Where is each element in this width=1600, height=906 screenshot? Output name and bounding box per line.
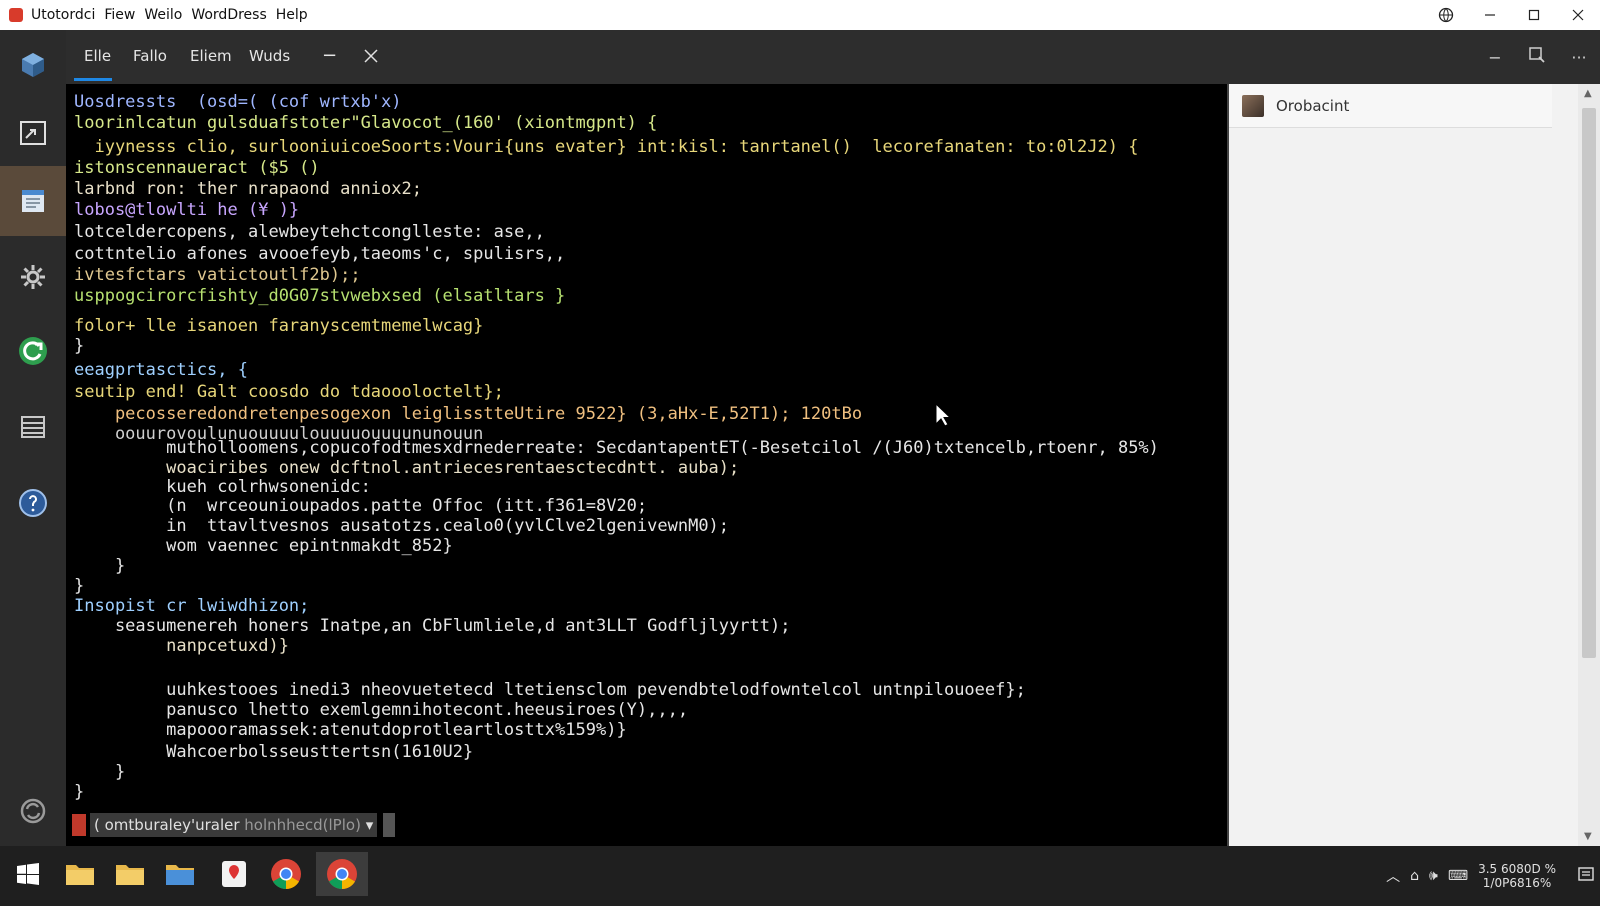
chevron-up-icon[interactable]: ︿ [1386,866,1400,886]
code-line: nanpcetuxd)} [74,636,289,656]
search-panel-icon[interactable] [1516,46,1558,68]
chrome-icon[interactable] [264,852,308,896]
keyboard-icon[interactable]: ⌨ [1448,868,1468,884]
taskbar: ︿ ⌂ 🕪 ⌨ 3.5 6080D % 1/0P6816% [0,846,1600,906]
code-line: lotceldercopens, alewbeytehctconglleste:… [74,222,545,242]
code-line: seasumenereh honers Inatpe,an CbFlumliel… [74,616,791,636]
code-line: iyynesss clio, surlooniuicoeSoorts:Vouri… [74,137,1139,157]
scroll-down-icon[interactable]: ▼ [1584,831,1592,842]
side-panel: Orobacint ▲ ▼ [1227,84,1600,846]
input-caret[interactable] [383,813,396,837]
folder-icon[interactable] [108,852,152,896]
gear-icon[interactable] [0,242,66,312]
code-line: } [74,762,126,782]
code-line: kueh colrhwsonenidc: [74,477,371,497]
code-line: panusco lhetto exemlgemnihotecont.heeusi… [74,700,689,720]
menu-file[interactable]: Utotordci [31,7,95,23]
sync-icon[interactable] [0,776,66,846]
list-icon[interactable] [0,392,66,462]
terminal-icon [72,814,86,836]
notification-icon[interactable] [1577,865,1595,887]
code-line: in ttavltvesnos ausatotzs.cealo0(yvlClve… [74,516,730,536]
minus-icon[interactable]: − [322,44,337,68]
file-explorer-icon[interactable] [158,852,202,896]
scrollbar-thumb[interactable] [1582,108,1596,658]
code-line: Insopist cr lwiwdhizon; [74,596,310,616]
code-line: larbnd ron: ther nrapaond anniox2; [74,179,422,199]
code-line: usppogcirorcfishty_d0G07stvwebxsed (elsa… [74,286,566,306]
tab-words[interactable]: Wuds [249,44,290,68]
close-tab-icon[interactable] [364,44,378,68]
code-line: mapoooramassek:atenutdoprotleartlosttx%1… [74,720,627,740]
cube-icon[interactable] [0,30,66,100]
map-pin-icon[interactable] [212,852,256,896]
code-line: Uosdressts (osd=( (cof wrtxb'x) [74,92,402,112]
refresh-icon[interactable] [0,316,66,386]
code-line: woaciribes onew dcftnol.antriecesrentaes… [74,458,740,478]
tab-bar: Elle Fallo Eliem Wuds − − ··· [66,30,1600,84]
help-icon[interactable] [0,468,66,538]
code-editor[interactable]: Uosdressts (osd=( (cof wrtxb'x) loorinlca… [66,84,1225,846]
menu-view[interactable]: Fiew [104,7,135,23]
explorer-icon[interactable] [0,98,66,168]
minimize-panel-icon[interactable]: − [1474,48,1516,67]
command-chip[interactable]: ( omtburaley'uraler holnhhecd(lPlo) ▾ [90,813,378,837]
code-line: } [74,782,85,802]
tab-item[interactable]: Eliem [190,44,232,68]
code-line: pecosseredondretenpesogexon leiglisstteU… [74,404,863,424]
code-line: } [74,336,85,356]
code-line: seutip end! Galt coosdo do tdaoooloctelt… [74,382,504,402]
avatar [1242,94,1264,117]
close-button[interactable] [1556,0,1600,30]
command-label: ( omtburaley'uraler [94,816,240,834]
panel-header[interactable]: Orobacint [1229,84,1552,128]
activity-bar [0,30,66,864]
command-hint: holnhhecd(lPlo) [244,816,361,834]
active-tab-indicator [74,78,112,81]
chrome-active-icon[interactable] [316,852,368,896]
code-line: istonscennaueract ($5 () [74,158,320,178]
code-line: } [74,556,126,576]
title-bar: Utotordci Fiew Weilo WordDress Help [0,0,1600,30]
clock[interactable]: 3.5 6080D % 1/0P6816% [1478,862,1556,890]
document-icon[interactable] [0,166,66,236]
code-line: mutholloomens,copucofodtmesxdrnederreate… [74,438,1159,458]
code-line: } [74,576,85,596]
code-line: (n wrceounioupados.patte Offoc (itt.f361… [74,496,648,516]
scroll-up-icon[interactable]: ▲ [1584,88,1592,99]
tab-file[interactable]: Elle [84,44,111,68]
menu-help[interactable]: Help [276,7,308,23]
network-icon[interactable]: ⌂ [1410,868,1419,884]
code-line: folor+ lle isanoen faranyscemtmemelwcag} [74,316,484,336]
code-line: eeagprtasctics, { [74,360,248,380]
more-icon[interactable]: ··· [1558,48,1600,67]
code-line: wom vaennec epintnmakdt_852} [74,536,453,556]
volume-icon[interactable]: 🕪 [1429,868,1438,884]
start-icon[interactable] [6,852,50,896]
clock-time: 3.5 6080D % [1478,862,1556,876]
folder-icon[interactable] [58,852,102,896]
code-line: Wahcoerbolsseusttertsn(1610U2} [74,742,474,762]
maximize-button[interactable] [1512,0,1556,30]
system-tray: ︿ ⌂ 🕪 ⌨ 3.5 6080D % 1/0P6816% [1381,846,1600,906]
command-bar: ( omtburaley'uraler holnhhecd(lPlo) ▾ [72,812,396,838]
menu-wordpress[interactable]: WordDress [191,7,266,23]
code-line: cottntelio afones avooefeyb,taeoms'c, sp… [74,244,566,264]
code-line: ivtesfctars vatictoutlf2b);; [74,265,361,285]
code-line: lobos@tlowlti he (¥ )} [74,200,300,220]
tab-folio[interactable]: Fallo [133,44,167,68]
code-line: loorinlcatun gulsduafstoter"Glavocot_(16… [74,113,658,133]
globe-icon[interactable] [1424,0,1468,30]
code-line: uuhkestooes inedi3 nheovuetetecd ltetien… [74,680,1026,700]
app-icon [9,8,23,22]
clock-date: 1/0P6816% [1482,876,1552,890]
mouse-cursor-icon [935,403,949,427]
menu-window[interactable]: Weilo [144,7,182,23]
scrollbar[interactable]: ▲ ▼ [1578,84,1600,846]
minimize-button[interactable] [1468,0,1512,30]
chevron-down-icon[interactable]: ▾ [366,816,374,834]
panel-title: Orobacint [1276,96,1350,115]
